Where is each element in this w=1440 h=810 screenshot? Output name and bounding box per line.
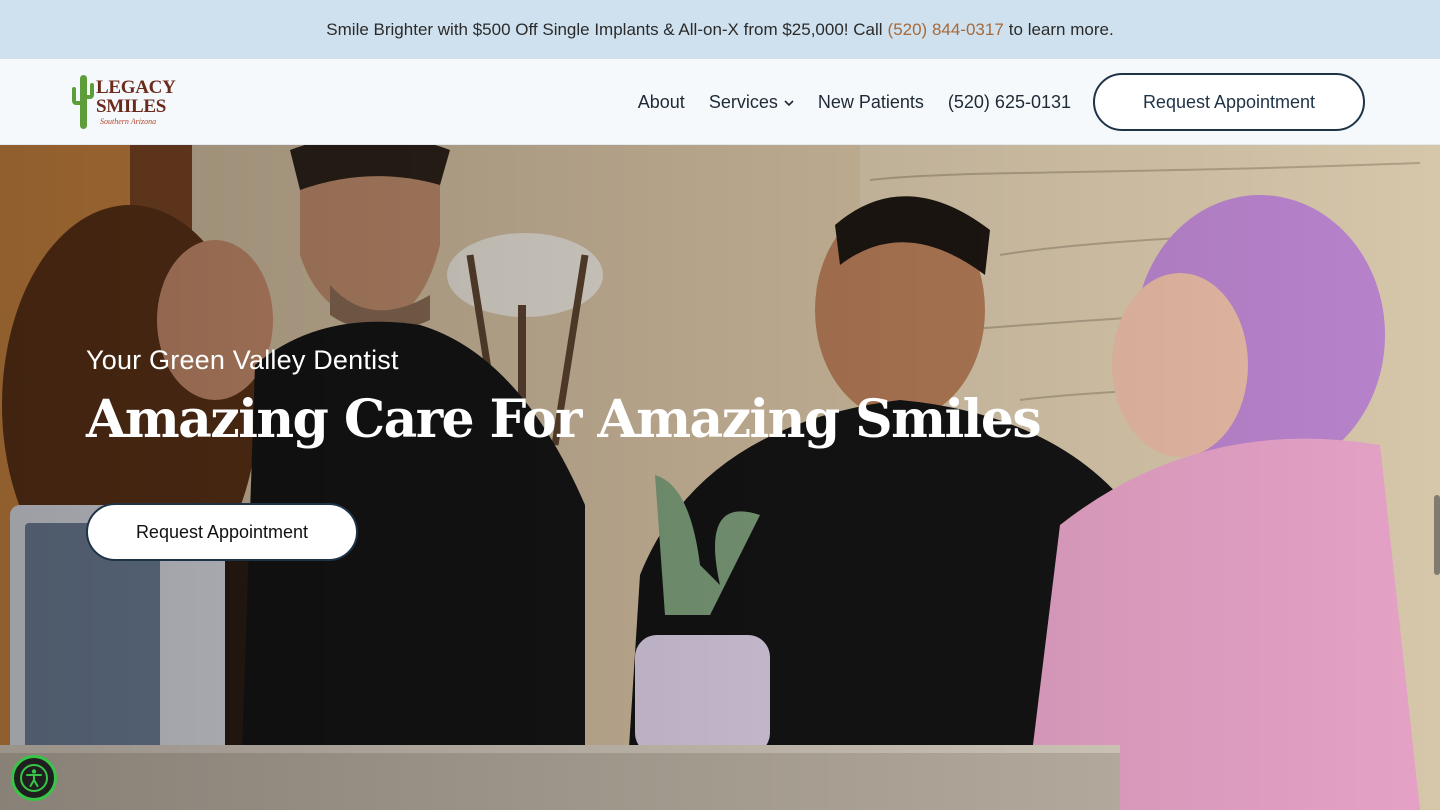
hero-request-appointment-button[interactable]: Request Appointment [86,503,358,561]
hero-headline: Amazing Care For Amazing Smiles [86,389,1042,450]
logo-tagline: Southern Arizona [100,117,157,126]
logo-line1: LEGACY [96,77,176,98]
header-request-appointment-button[interactable]: Request Appointment [1093,73,1365,131]
hero-section: Your Green Valley Dentist Amazing Care F… [0,145,1440,810]
logo[interactable]: LEGACY SMILES Southern Arizona [72,71,192,133]
nav-services[interactable]: Services [709,92,794,113]
promo-bar: Smile Brighter with $500 Off Single Impl… [0,0,1440,59]
hero-eyebrow: Your Green Valley Dentist [86,345,399,375]
promo-text-end: to learn more. [1008,19,1114,39]
promo-text: Smile Brighter with $500 Off Single Impl… [326,19,883,39]
accessibility-icon [20,764,48,792]
promo-phone-link[interactable]: (520) 844-0317 [888,20,1004,40]
scrollbar-thumb[interactable] [1434,495,1440,575]
accessibility-button[interactable] [11,755,57,801]
chevron-down-icon [784,96,794,110]
nav-new-patients[interactable]: New Patients [818,92,924,113]
logo-line2: SMILES [96,96,167,117]
nav-phone-link[interactable]: (520) 625-0131 [948,92,1071,113]
main-nav: About Services New Patients (520) 625-01… [638,59,1440,145]
nav-about[interactable]: About [638,92,685,113]
site-header: LEGACY SMILES Southern Arizona About Ser… [0,59,1440,145]
cactus-icon [72,75,94,129]
nav-services-label: Services [708,91,778,112]
